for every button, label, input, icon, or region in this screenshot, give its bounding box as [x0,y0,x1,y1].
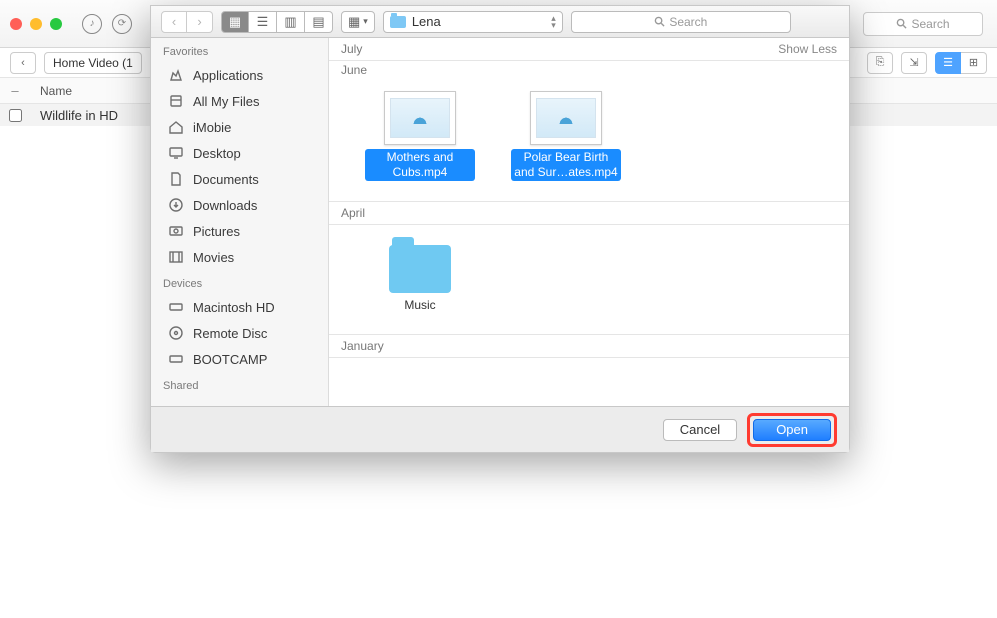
sidebar-item-movies[interactable]: Movies [151,244,328,270]
nav-buttons: ‹ › [161,11,213,33]
file-name: Mothers and Cubs.mp4 [365,149,475,181]
sidebar-item-pictures[interactable]: Pictures [151,218,328,244]
section-label: January [341,339,384,353]
search-placeholder: Search [669,15,707,29]
section-january: January [329,334,849,358]
section-april: April [329,201,849,225]
open-dialog: ‹ › ▦ ☰ ▥ ▤ ▦ ▾ Lena ▴▾ Search Favorites… [150,5,850,453]
breadcrumb[interactable]: Home Video (1 [44,52,142,74]
file-item[interactable]: Polar Bear Birth and Sur…ates.mp4 [511,91,621,181]
documents-icon [167,170,185,188]
list-view-button[interactable]: ☰ [935,52,961,74]
section-label: April [341,206,365,220]
video-thumbnail-icon [530,91,602,145]
pictures-icon [167,222,185,240]
traffic-lights [10,18,62,30]
open-highlight: Open [747,413,837,447]
grid-view-button[interactable]: ⊞ [961,52,987,74]
sidebar-item-desktop[interactable]: Desktop [151,140,328,166]
zoom-icon[interactable] [50,18,62,30]
dialog-search[interactable]: Search [571,11,791,33]
folder-item[interactable]: Music [365,239,475,314]
devices-header: Devices [151,270,328,294]
search-icon [896,18,907,29]
section-july: July Show Less [329,38,849,61]
movies-icon [167,248,185,266]
path-label: Lena [412,14,441,29]
folder-name: Music [401,297,438,314]
downloads-icon [167,196,185,214]
favorites-header: Favorites [151,38,328,62]
path-popup[interactable]: Lena ▴▾ [383,11,563,33]
show-less-button[interactable]: Show Less [778,42,837,56]
icon-view-button[interactable]: ▦ [221,11,249,33]
desktop-icon [167,144,185,162]
export-icon[interactable]: ⇲ [901,52,927,74]
all-files-icon [167,92,185,110]
home-icon [167,118,185,136]
shared-header: Shared [151,372,328,396]
file-item[interactable]: Mothers and Cubs.mp4 [365,91,475,181]
june-grid: Mothers and Cubs.mp4 Polar Bear Birth an… [329,77,849,201]
sidebar: Favorites Applications All My Files iMob… [151,38,329,406]
updown-icon: ▴▾ [551,15,556,29]
sync-icon[interactable]: ⟳ [112,14,132,34]
dialog-footer: Cancel Open [151,406,849,452]
hdd-icon [167,298,185,316]
back-button[interactable]: ‹ [10,52,36,74]
music-icon[interactable]: ♪ [82,14,102,34]
minimize-icon[interactable] [30,18,42,30]
nav-forward-button[interactable]: › [187,11,213,33]
section-june-label: June [329,61,849,77]
folder-icon [390,16,406,28]
video-thumbnail-icon [384,91,456,145]
sidebar-item-downloads[interactable]: Downloads [151,192,328,218]
open-button[interactable]: Open [753,419,831,441]
sidebar-item-applications[interactable]: Applications [151,62,328,88]
hdd-icon [167,350,185,368]
view-mode-segment: ▦ ☰ ▥ ▤ [221,11,333,33]
disc-icon [167,324,185,342]
file-browser: July Show Less June Mothers and Cubs.mp4… [329,38,849,406]
coverflow-view-button[interactable]: ▤ [305,11,333,33]
dialog-toolbar: ‹ › ▦ ☰ ▥ ▤ ▦ ▾ Lena ▴▾ Search [151,6,849,38]
dialog-body: Favorites Applications All My Files iMob… [151,38,849,406]
section-label: July [341,42,362,56]
expand-all-icon[interactable]: – [0,83,30,98]
row-checkbox[interactable] [0,109,30,122]
cancel-button[interactable]: Cancel [663,419,737,441]
list-view-button[interactable]: ☰ [249,11,277,33]
import-icon[interactable]: ⎘ [867,52,893,74]
sidebar-item-macintosh-hd[interactable]: Macintosh HD [151,294,328,320]
nav-back-button[interactable]: ‹ [161,11,187,33]
row-name: Wildlife in HD [30,108,118,123]
arrange-button[interactable]: ▦ ▾ [341,11,375,33]
name-column[interactable]: Name [30,84,72,98]
sidebar-item-bootcamp[interactable]: BOOTCAMP [151,346,328,372]
sidebar-item-imobie[interactable]: iMobie [151,114,328,140]
file-name: Polar Bear Birth and Sur…ates.mp4 [511,149,621,181]
search-field[interactable]: Search [863,12,983,36]
search-placeholder: Search [911,17,949,31]
folder-icon [389,245,451,293]
sidebar-item-documents[interactable]: Documents [151,166,328,192]
april-grid: Music [329,225,849,334]
view-toggle: ☰ ⊞ [935,52,987,74]
close-icon[interactable] [10,18,22,30]
sidebar-item-remote-disc[interactable]: Remote Disc [151,320,328,346]
column-view-button[interactable]: ▥ [277,11,305,33]
search-icon [654,16,665,27]
applications-icon [167,66,185,84]
sidebar-item-all-my-files[interactable]: All My Files [151,88,328,114]
